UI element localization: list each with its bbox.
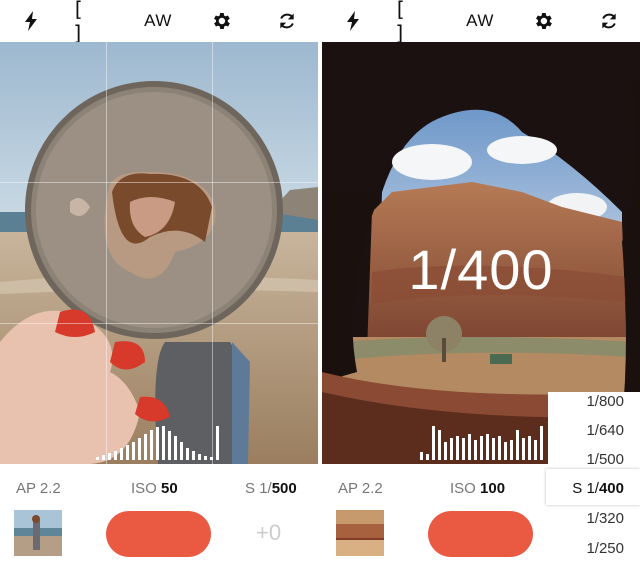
histogram-bar [534, 440, 537, 460]
iso-readout[interactable]: ISO 100 [450, 480, 505, 497]
histogram-bar [438, 430, 441, 460]
refresh-icon[interactable] [592, 0, 626, 42]
top-toolbar: [ ] AW [0, 0, 318, 45]
histogram-bar [426, 454, 429, 460]
histogram-bar [486, 434, 489, 460]
histogram-bar [498, 436, 501, 460]
shutter-speed-picker[interactable]: 1/800 1/640 1/500 S 1/400 1/320 1/250 [546, 392, 640, 565]
histogram-bar [492, 438, 495, 460]
aperture-readout: AP 2.2 [338, 480, 383, 497]
histogram-bar [528, 436, 531, 460]
grid-line [0, 323, 318, 324]
histogram-bar [96, 457, 99, 460]
grid-line [0, 182, 318, 183]
histogram-bar [444, 442, 447, 460]
histogram-bar [174, 436, 177, 460]
shutter-button[interactable] [106, 511, 211, 557]
histogram-bar [540, 426, 543, 460]
refresh-icon[interactable] [270, 0, 304, 42]
histogram-bar [510, 440, 513, 460]
top-toolbar: [ ] AW [322, 0, 640, 45]
white-balance-button[interactable]: AW [458, 0, 502, 42]
shutter-speed-readout[interactable]: S 1/500 [245, 480, 297, 497]
histogram [420, 426, 544, 460]
beach-photo [0, 42, 318, 464]
iso-readout[interactable]: ISO 50 [131, 480, 178, 497]
histogram-bar [474, 440, 477, 460]
exposure-readout: AP 2.2 ISO 50 S 1/500 [0, 464, 318, 504]
histogram-bar [216, 426, 219, 460]
histogram-bar [480, 436, 483, 460]
histogram-bar [114, 451, 117, 460]
histogram-bar [150, 430, 153, 460]
speed-option[interactable]: 1/640 [548, 422, 624, 439]
gear-icon[interactable] [204, 0, 238, 42]
grid-line [212, 42, 213, 464]
histogram [96, 426, 222, 460]
left-camera-screen: [ ] AW AP 2.2 ISO 50 S 1/500 +0 [0, 0, 318, 565]
histogram-bar [138, 438, 141, 460]
histogram-bar [162, 426, 165, 460]
histogram-bar [192, 451, 195, 460]
viewfinder-left[interactable] [0, 42, 318, 464]
histogram-bar [450, 438, 453, 460]
shutter-speed-overlay: 1/400 [408, 238, 554, 301]
histogram-bar [462, 438, 465, 460]
histogram-bar [102, 455, 105, 460]
histogram-bar [156, 427, 159, 460]
histogram-bar [126, 445, 129, 460]
histogram-bar [468, 434, 471, 460]
histogram-bar [120, 448, 123, 460]
flash-icon[interactable] [336, 0, 370, 42]
histogram-bar [456, 436, 459, 460]
last-photo-thumbnail[interactable] [14, 510, 62, 556]
speed-option[interactable]: 1/320 [548, 510, 624, 527]
speed-option-selected[interactable]: S 1/400 [548, 480, 624, 497]
histogram-bar [210, 457, 213, 460]
histogram-bar [504, 442, 507, 460]
bottom-controls: +0 [0, 504, 318, 565]
gear-icon[interactable] [526, 0, 560, 42]
histogram-bar [522, 438, 525, 460]
histogram-bar [186, 448, 189, 460]
histogram-bar [420, 452, 423, 460]
histogram-bar [198, 454, 201, 460]
exposure-compensation[interactable]: +0 [256, 520, 281, 546]
white-balance-button[interactable]: AW [136, 0, 180, 42]
flash-icon[interactable] [14, 0, 48, 42]
histogram-bar [168, 431, 171, 460]
histogram-bar [180, 442, 183, 460]
shutter-button[interactable] [428, 511, 533, 557]
histogram-bar [204, 456, 207, 460]
speed-option[interactable]: 1/800 [548, 393, 624, 410]
aperture-readout: AP 2.2 [16, 480, 61, 497]
frame-toggle-button[interactable]: [ ] [394, 0, 444, 45]
histogram-bar [132, 442, 135, 460]
histogram-bar [144, 434, 147, 460]
grid-line [106, 42, 107, 464]
last-photo-thumbnail[interactable] [336, 510, 384, 556]
histogram-bar [108, 453, 111, 460]
histogram-bar [516, 430, 519, 460]
frame-toggle-button[interactable]: [ ] [72, 0, 122, 45]
speed-option[interactable]: 1/250 [548, 540, 624, 557]
speed-option[interactable]: 1/500 [548, 451, 624, 468]
histogram-bar [432, 426, 435, 460]
